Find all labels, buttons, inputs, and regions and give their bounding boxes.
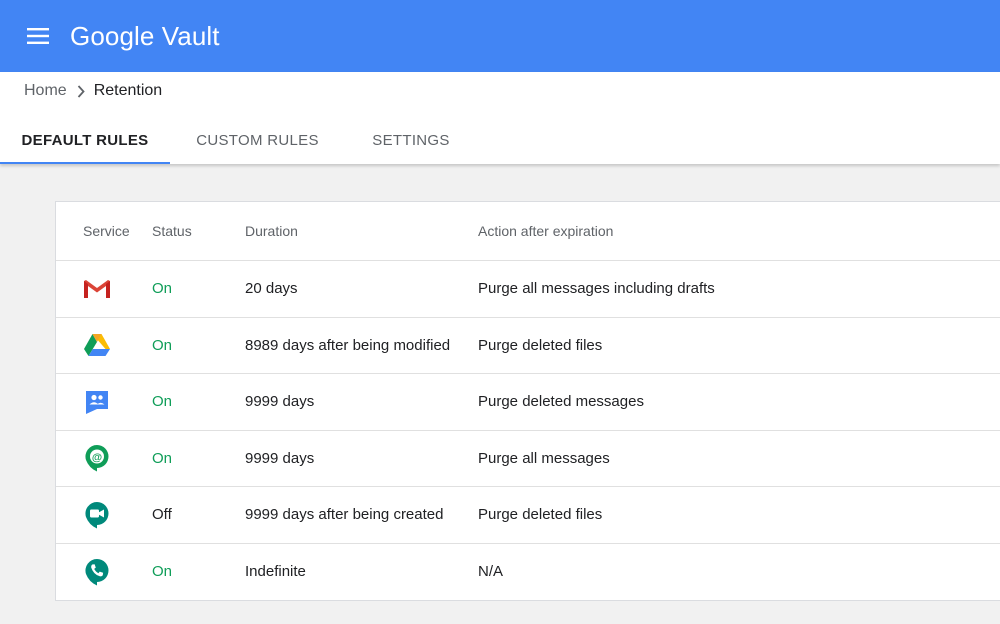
action-value: Purge deleted messages [478,393,644,411]
breadcrumb: Home Retention [24,80,162,102]
duration-value: 9999 days after being created [245,506,444,524]
status-value: On [152,563,173,581]
tab-default-rules[interactable]: DEFAULT RULES [0,116,170,164]
duration-value: Indefinite [245,563,306,581]
column-header-service: Service [83,223,130,239]
retention-rules-table: Service Status Duration Action after exp… [55,201,1000,601]
status-value: On [152,336,173,354]
hamburger-menu-icon [27,28,49,44]
duration-value: 9999 days [245,393,315,411]
groups-icon [83,388,111,416]
status-value: On [152,449,173,467]
chevron-right-icon [77,84,85,98]
table-row[interactable]: @ On 9999 days Purge all messages [56,431,1000,487]
drive-icon [83,331,111,359]
menu-button[interactable] [16,16,60,56]
gmail-icon [83,275,111,303]
table-header-row: Service Status Duration Action after exp… [56,202,1000,261]
meet-icon [83,501,111,529]
action-value: Purge all messages including drafts [478,280,715,298]
table-row[interactable]: Off 9999 days after being created Purge … [56,487,1000,544]
duration-value: 9999 days [245,449,315,467]
column-header-action: Action after expiration [478,223,614,239]
column-header-duration: Duration [245,223,298,239]
table-row[interactable]: On 9999 days Purge deleted messages [56,374,1000,431]
action-value: N/A [478,563,504,581]
app-title: Google Vault [70,21,220,51]
tab-settings[interactable]: SETTINGS [345,116,477,164]
svg-text:@: @ [92,452,102,464]
action-value: Purge deleted files [478,506,603,524]
tab-custom-rules[interactable]: CUSTOM RULES [170,116,345,164]
duration-value: 20 days [245,280,298,298]
action-value: Purge all messages [478,449,610,467]
status-value: On [152,393,173,411]
main-content: Service Status Duration Action after exp… [0,164,1000,624]
voice-icon [83,558,111,586]
duration-value: 8989 days after being modified [245,336,451,354]
table-row[interactable]: On 8989 days after being modified Purge … [56,318,1000,374]
page-header: Home Retention DEFAULT RULES CUSTOM RULE… [0,72,1000,164]
tab-bar: DEFAULT RULES CUSTOM RULES SETTINGS [0,116,477,164]
status-value: On [152,280,173,298]
hangouts-chat-icon: @ [83,444,111,472]
table-row[interactable]: On Indefinite N/A [56,544,1000,601]
column-header-status: Status [152,223,192,239]
table-row[interactable]: On 20 days Purge all messages including … [56,261,1000,318]
top-app-bar: Google Vault [0,0,1000,72]
status-value: Off [152,506,172,524]
breadcrumb-home-link[interactable]: Home [24,82,67,100]
breadcrumb-current: Retention [93,82,163,99]
action-value: Purge deleted files [478,336,603,354]
